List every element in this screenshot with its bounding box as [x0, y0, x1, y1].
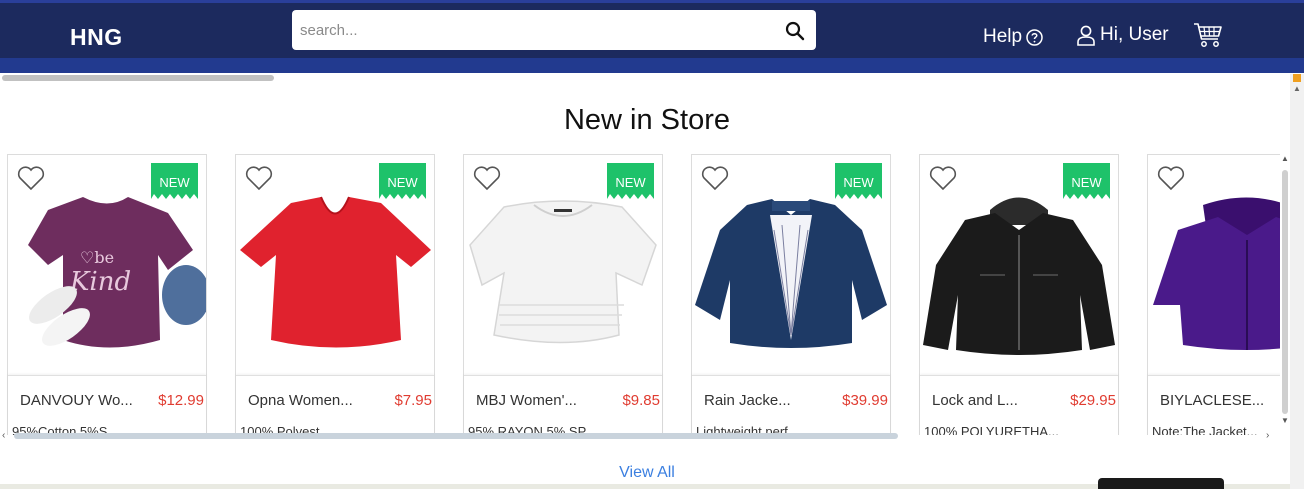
- scroll-right-arrow-icon[interactable]: ›: [1266, 430, 1269, 441]
- question-circle-icon: [1026, 28, 1043, 46]
- new-badge-label: NEW: [1071, 175, 1102, 190]
- product-card[interactable]: NEW Opna Women... $7.95 100% Polyest...: [235, 154, 435, 435]
- product-card[interactable]: NEW Rain Jacke... $39.99 Lightweight per…: [691, 154, 891, 435]
- product-price: $29.95: [1070, 392, 1116, 409]
- scroll-up-arrow-icon[interactable]: ▲: [1281, 154, 1289, 163]
- product-info: MBJ Women'... $9.85 95% RAYON 5% SP...: [464, 375, 662, 435]
- site-logo[interactable]: HNG: [70, 24, 123, 51]
- heart-icon[interactable]: [929, 165, 957, 191]
- heart-icon[interactable]: [1157, 165, 1185, 191]
- header-accent-bar: [0, 58, 1304, 73]
- page: HNG Help Hi, User ▲ New in St: [0, 0, 1304, 489]
- product-name[interactable]: BIYLACLESE...: [1160, 392, 1280, 409]
- product-card[interactable]: BIYLACLESE... Note:The Jacket...: [1147, 154, 1280, 435]
- product-price: $9.85: [622, 392, 660, 409]
- heart-icon[interactable]: [17, 165, 45, 191]
- product-carousel: ♡be Kind NEW DANVOUY Wo... $12.99 95%Cot…: [0, 150, 1280, 435]
- product-card[interactable]: ♡be Kind NEW DANVOUY Wo... $12.99 95%Cot…: [7, 154, 207, 435]
- new-badge-label: NEW: [159, 175, 190, 190]
- help-label: Help: [983, 26, 1023, 47]
- new-badge-label: NEW: [387, 175, 418, 190]
- page-horizontal-scrollbar[interactable]: [0, 74, 1290, 84]
- product-info: Lock and L... $29.95 100% POLYURETHA...: [920, 375, 1118, 435]
- product-name[interactable]: Rain Jacke...: [704, 392, 834, 409]
- product-card[interactable]: NEW Lock and L... $29.95 100% POLYURETHA…: [919, 154, 1119, 435]
- new-badge: NEW: [151, 163, 198, 199]
- new-badge-label: NEW: [843, 175, 874, 190]
- bottom-bar: [0, 484, 1290, 489]
- product-name[interactable]: DANVOUY Wo...: [20, 392, 150, 409]
- cart-icon[interactable]: [1193, 22, 1223, 48]
- product-info: Opna Women... $7.95 100% Polyest...: [236, 375, 434, 435]
- new-badge: NEW: [607, 163, 654, 199]
- product-price: $7.95: [394, 392, 432, 409]
- search-input[interactable]: [300, 20, 770, 40]
- svg-text:♡be: ♡be: [80, 248, 114, 267]
- heart-icon[interactable]: [701, 165, 729, 191]
- heart-icon[interactable]: [473, 165, 501, 191]
- search-bar: [292, 10, 816, 50]
- product-price: $39.99: [842, 392, 888, 409]
- carousel-vertical-scrollbar[interactable]: ▲ ▼: [1280, 154, 1290, 429]
- floating-toolbar[interactable]: [1098, 478, 1224, 489]
- user-account-link[interactable]: Hi, User: [1076, 24, 1169, 46]
- scrollbar-thumb[interactable]: [14, 433, 898, 439]
- new-badge: NEW: [379, 163, 426, 199]
- user-icon: [1077, 25, 1095, 46]
- heart-icon[interactable]: [245, 165, 273, 191]
- product-card[interactable]: NEW MBJ Women'... $9.85 95% RAYON 5% SP.…: [463, 154, 663, 435]
- product-info: BIYLACLESE... Note:The Jacket...: [1148, 375, 1280, 435]
- product-name[interactable]: Lock and L...: [932, 392, 1062, 409]
- product-name[interactable]: MBJ Women'...: [476, 392, 606, 409]
- product-info: Rain Jacke... $39.99 Lightweight perf...: [692, 375, 890, 435]
- scroll-left-arrow-icon[interactable]: ‹: [2, 430, 5, 441]
- user-greeting: Hi, User: [1100, 24, 1169, 45]
- search-icon[interactable]: [785, 21, 805, 41]
- product-price: $12.99: [158, 392, 204, 409]
- help-link[interactable]: Help: [983, 26, 1043, 48]
- scrollbar-thumb[interactable]: [1282, 170, 1288, 414]
- product-info: DANVOUY Wo... $12.99 95%Cotton,5%S...: [8, 375, 206, 435]
- scroll-down-arrow-icon[interactable]: ▼: [1281, 416, 1289, 425]
- svg-text:Kind: Kind: [69, 267, 131, 297]
- scrollbar-thumb[interactable]: [1293, 74, 1301, 82]
- new-badge: NEW: [835, 163, 882, 199]
- new-badge-label: NEW: [615, 175, 646, 190]
- new-badge: NEW: [1063, 163, 1110, 199]
- scroll-up-arrow-icon[interactable]: ▲: [1293, 84, 1301, 93]
- section-title: New in Store: [563, 104, 730, 136]
- carousel-horizontal-scrollbar[interactable]: ‹ ›: [0, 430, 1280, 442]
- product-name[interactable]: Opna Women...: [248, 392, 378, 409]
- scrollbar-thumb[interactable]: [2, 75, 274, 81]
